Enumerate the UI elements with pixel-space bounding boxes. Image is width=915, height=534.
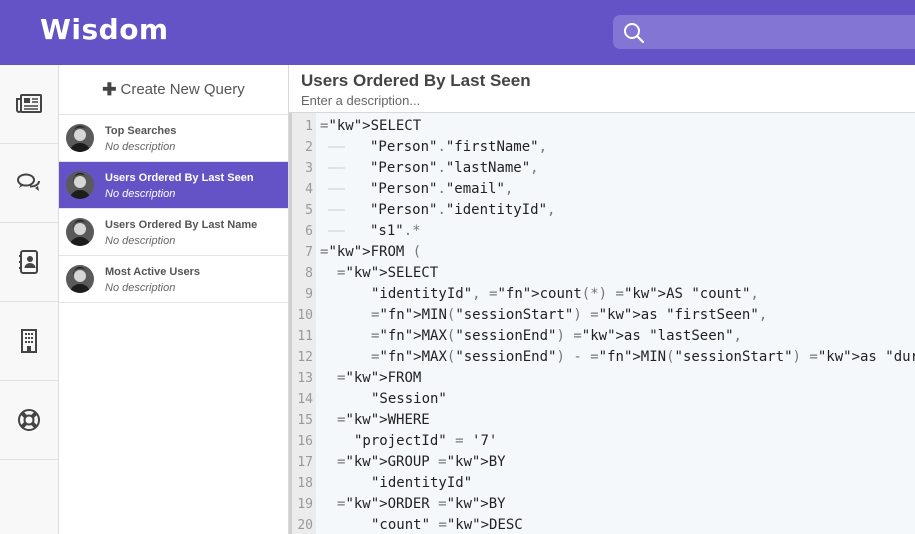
- line-number: 9: [305, 287, 313, 302]
- query-editor-panel: Users Ordered By Last Seen Enter a descr…: [289, 65, 915, 534]
- line-number: 13: [297, 371, 313, 386]
- code-text: —— "s1".*: [328, 223, 421, 239]
- code-text: ="fn">MIN("sessionStart") ="kw">as "firs…: [371, 307, 768, 323]
- chat-icon: [17, 173, 41, 191]
- search-icon: [624, 23, 645, 44]
- line-number: 19: [297, 497, 313, 512]
- line-number: 7: [305, 245, 313, 260]
- nav-item-help[interactable]: [0, 381, 58, 460]
- line-number: 11: [297, 329, 313, 344]
- code-text: —— "Person"."firstName",: [328, 139, 548, 155]
- avatar: [66, 265, 94, 293]
- avatar: [66, 171, 94, 199]
- nav-item-news[interactable]: [0, 65, 58, 144]
- query-item[interactable]: Most Active Users No description: [59, 256, 288, 303]
- line-number: 15: [297, 413, 313, 428]
- query-item[interactable]: Top Searches No description: [59, 115, 288, 162]
- code-text: "Session": [371, 391, 447, 407]
- query-list: ✚ Create New Query Top Searches No descr…: [59, 65, 289, 534]
- code-text: ="kw">FROM: [337, 370, 422, 386]
- code-text: ="fn">MAX("sessionEnd") - ="fn">MIN("ses…: [371, 349, 915, 365]
- top-bar: Wisdom: [0, 0, 915, 65]
- line-number: 2: [305, 140, 313, 155]
- code-text: —— "Person"."lastName",: [328, 160, 539, 176]
- line-number: 18: [297, 476, 313, 491]
- code-text: ="kw">SELECT: [337, 265, 439, 281]
- line-number: 14: [297, 392, 313, 407]
- query-title: Most Active Users: [105, 266, 200, 278]
- query-description: No description: [105, 235, 176, 247]
- query-description: No description: [105, 188, 176, 200]
- avatar: [66, 124, 94, 152]
- query-item-selected[interactable]: Users Ordered By Last Seen No descriptio…: [59, 162, 288, 209]
- plus-icon: ✚: [102, 79, 117, 99]
- code-text: —— "Person"."email",: [328, 181, 514, 197]
- line-number: 1: [305, 119, 313, 134]
- line-number: 5: [305, 203, 313, 218]
- line-number: 16: [297, 434, 313, 449]
- line-number: 4: [305, 182, 313, 197]
- building-icon: [21, 329, 37, 353]
- code-text: ="kw">GROUP ="kw">BY: [337, 454, 506, 470]
- nav-item-chat[interactable]: [0, 144, 58, 223]
- code-text: "projectId" = '7': [354, 433, 498, 449]
- code-text: ="kw">SELECT: [320, 118, 422, 134]
- code-text: "count" ="kw">DESC: [371, 517, 523, 533]
- line-number: 12: [297, 350, 313, 365]
- query-description: No description: [105, 282, 176, 294]
- query-header: Users Ordered By Last Seen Enter a descr…: [289, 65, 915, 113]
- description-field[interactable]: Enter a description...: [301, 93, 915, 108]
- line-number: 6: [305, 224, 313, 239]
- line-number: 20: [297, 518, 313, 533]
- code-text: ="kw">WHERE: [337, 412, 430, 428]
- query-title: Users Ordered By Last Seen: [105, 172, 254, 184]
- sql-code-editor[interactable]: 1 ="kw">SELECT 2 —— "Person"."firstName", 3 ——…: [289, 113, 915, 534]
- code-text: ="fn">MAX("sessionEnd") ="kw">as "lastSe…: [371, 328, 742, 344]
- nav-item-contacts[interactable]: [0, 223, 58, 302]
- query-item[interactable]: Users Ordered By Last Name No descriptio…: [59, 209, 288, 256]
- code-text: ="kw">ORDER ="kw">BY: [337, 496, 506, 512]
- create-new-query-label: Create New Query: [120, 81, 245, 98]
- query-title: Users Ordered By Last Name: [105, 219, 258, 231]
- contacts-icon: [19, 250, 38, 274]
- line-number: 10: [297, 308, 313, 323]
- line-number: 3: [305, 161, 313, 176]
- code-text: "identityId", ="fn">count(*) ="kw">AS "c…: [371, 286, 759, 302]
- avatar: [66, 218, 94, 246]
- create-new-query-button[interactable]: ✚ Create New Query: [59, 65, 288, 115]
- query-description: No description: [105, 141, 176, 153]
- search-input[interactable]: [613, 15, 915, 49]
- code-text: —— "Person"."identityId",: [328, 202, 556, 218]
- code-text: "identityId": [371, 475, 473, 491]
- news-icon: [16, 94, 42, 113]
- query-title: Top Searches: [105, 125, 177, 137]
- lifebuoy-icon: [18, 409, 40, 431]
- app-logo[interactable]: Wisdom: [40, 13, 169, 46]
- nav-item-building[interactable]: [0, 302, 58, 381]
- line-number: 17: [297, 455, 313, 470]
- query-title-field[interactable]: Users Ordered By Last Seen: [301, 65, 915, 91]
- code-text: ="kw">FROM (: [320, 244, 422, 260]
- nav-sidebar: [0, 65, 59, 534]
- line-number: 8: [305, 266, 313, 281]
